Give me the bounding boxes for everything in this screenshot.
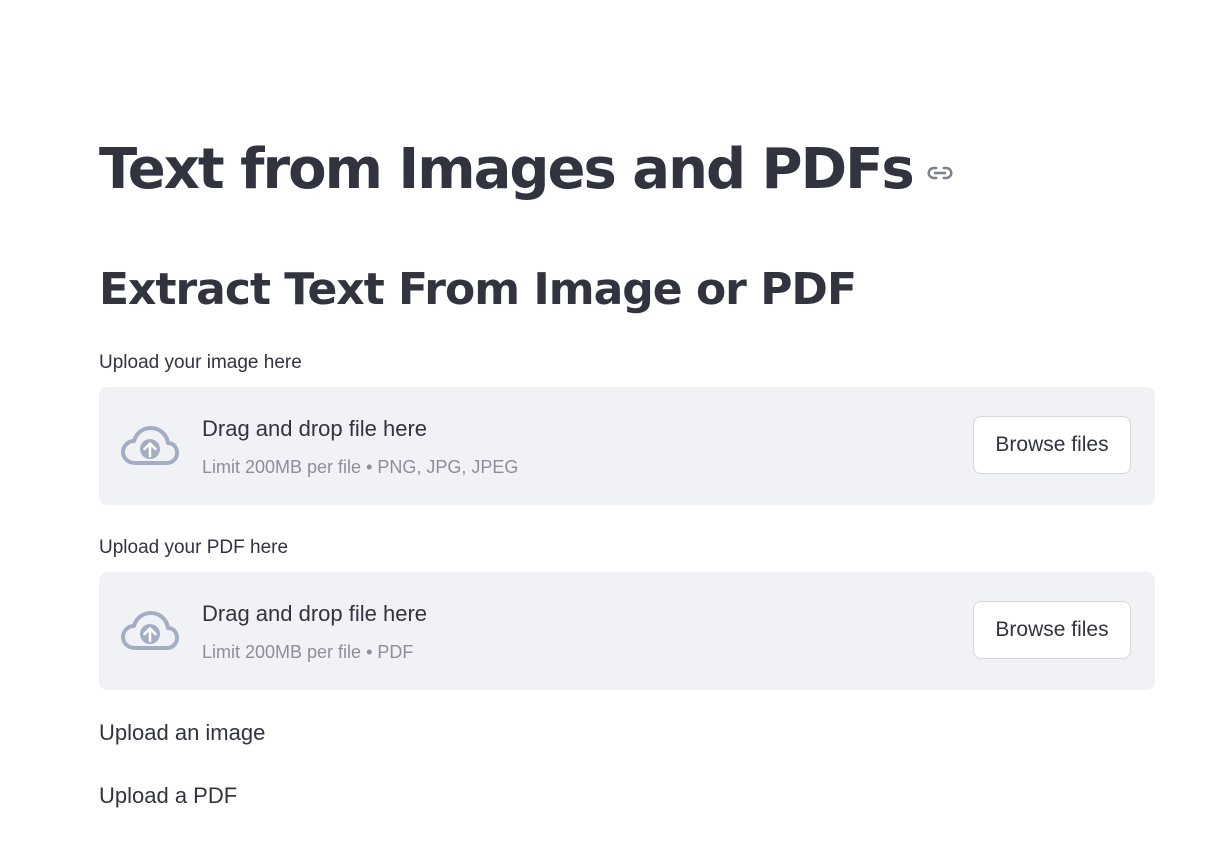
- cloud-upload-icon: [121, 610, 179, 652]
- page-title: Text from Images and PDFs: [99, 137, 915, 202]
- image-uploader-label: Upload your image here: [99, 352, 302, 373]
- image-dropzone[interactable]: Drag and drop file here Limit 200MB per …: [99, 387, 1155, 505]
- link-icon[interactable]: [925, 158, 955, 188]
- title-row: Text from Images and PDFs: [99, 136, 955, 204]
- pdf-dropzone[interactable]: Drag and drop file here Limit 200MB per …: [99, 572, 1155, 690]
- image-status-message: Upload an image: [99, 720, 266, 745]
- image-drop-text: Drag and drop file here: [202, 416, 428, 441]
- pdf-browse-button[interactable]: Browse files: [973, 601, 1131, 659]
- section-heading: Extract Text From Image or PDF: [99, 264, 857, 315]
- image-browse-button[interactable]: Browse files: [973, 416, 1131, 474]
- image-limit-text: Limit 200MB per file • PNG, JPG, JPEG: [202, 457, 519, 477]
- pdf-drop-text: Drag and drop file here: [202, 601, 428, 626]
- pdf-limit-text: Limit 200MB per file • PDF: [202, 642, 414, 662]
- cloud-upload-icon: [121, 425, 179, 467]
- pdf-status-message: Upload a PDF: [99, 783, 238, 808]
- pdf-uploader-label: Upload your PDF here: [99, 537, 289, 558]
